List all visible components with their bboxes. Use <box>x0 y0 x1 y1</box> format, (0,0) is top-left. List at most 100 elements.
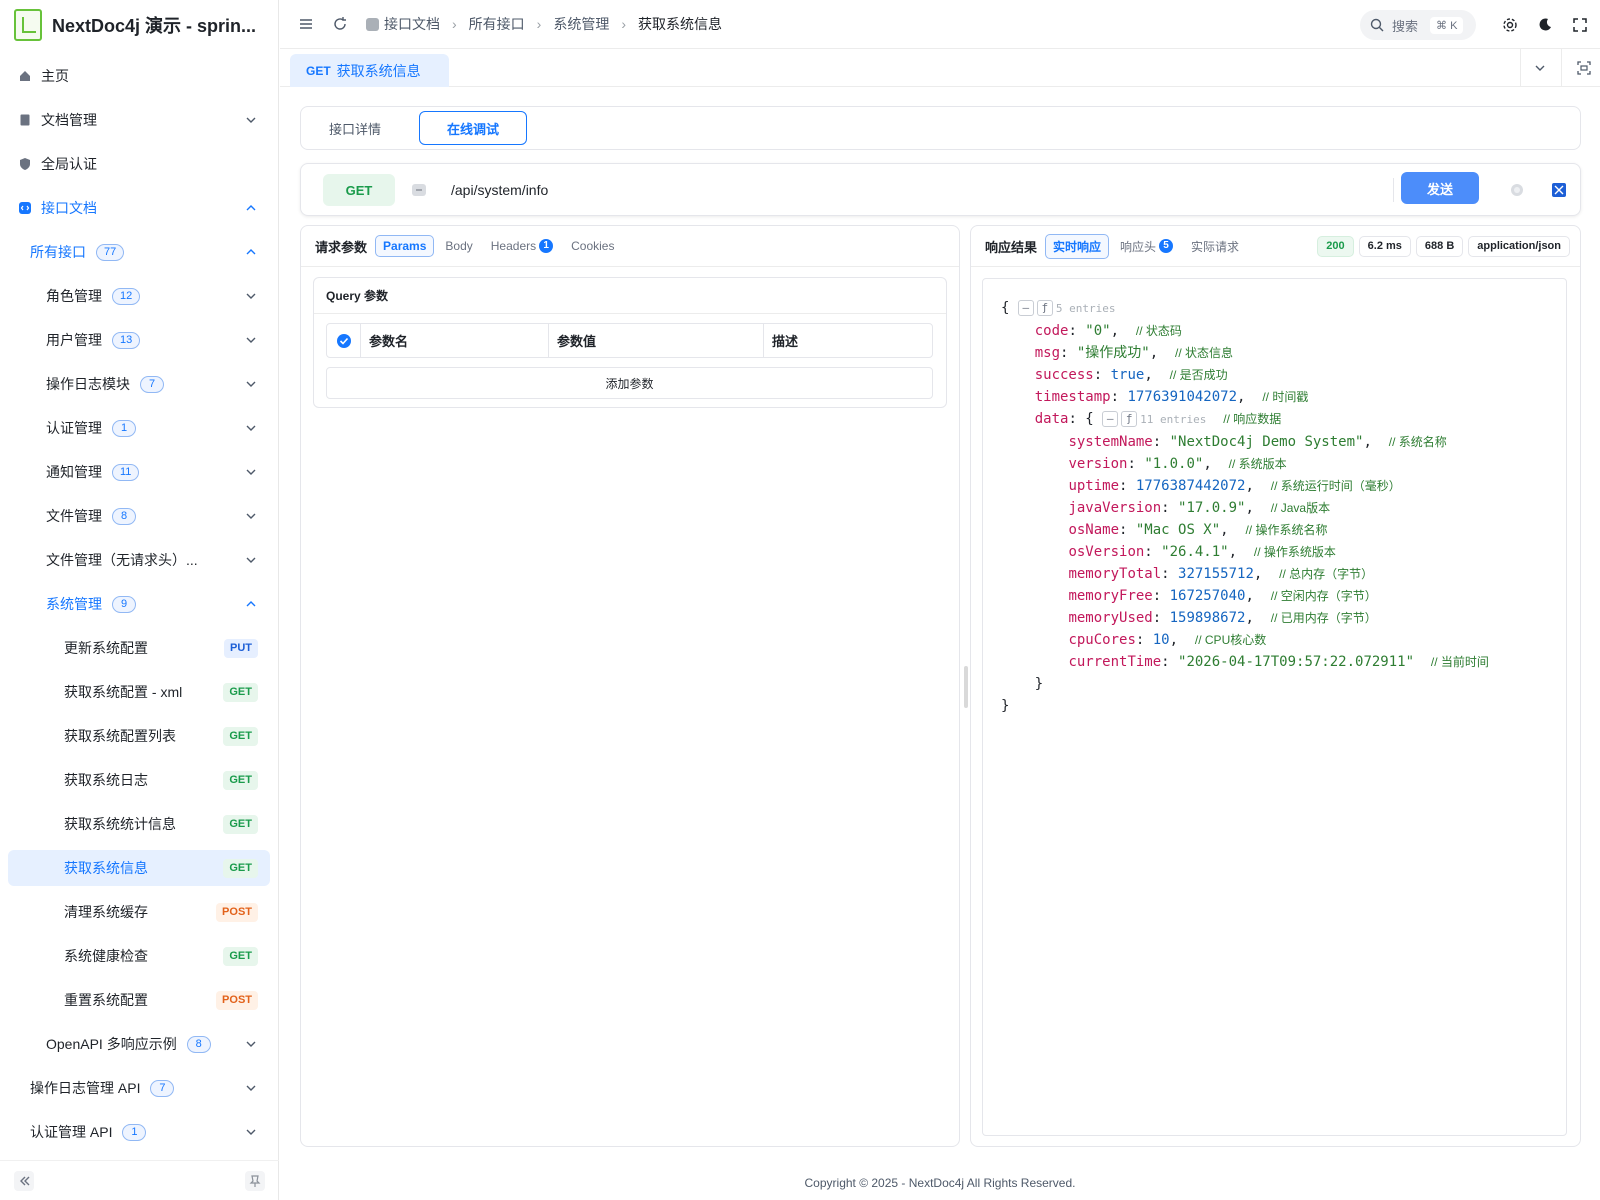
sidebar-bottom-group-0[interactable]: 操作日志管理 API 7 <box>8 1070 270 1106</box>
search-box[interactable]: 搜索 ⌘ K <box>1360 10 1476 40</box>
collapse-toggle-icon[interactable]: – <box>1102 411 1119 427</box>
sidebar-item-label: 系统管理 <box>46 596 102 612</box>
collapse-sidebar-icon[interactable] <box>14 1171 34 1191</box>
tab-live-response[interactable]: 实时响应 <box>1045 233 1110 259</box>
chevron-up-icon <box>246 249 256 255</box>
sidebar-api-item-0[interactable]: 更新系统配置 PUT <box>8 630 270 666</box>
page-tab-method: GET <box>306 63 331 78</box>
breadcrumb-item[interactable]: 接口文档 <box>384 14 440 34</box>
sidebar-item-2[interactable]: 全局认证 <box>8 146 270 182</box>
sidebar-group-2[interactable]: 操作日志模块 7 <box>8 366 270 402</box>
tab-cookies[interactable]: Cookies <box>564 236 621 256</box>
json-value: 1776391042072 <box>1127 389 1238 405</box>
json-comment: // 空闲内存（字节） <box>1270 589 1377 603</box>
tab-headers[interactable]: Headers 1 <box>484 236 560 256</box>
refresh-icon[interactable] <box>332 16 348 32</box>
top-bar: 接口文档 › 所有接口 › 系统管理 › 获取系统信息 搜索 ⌘ K <box>280 0 1600 49</box>
breadcrumb-item[interactable]: 系统管理 <box>553 14 609 34</box>
tab-actual-request[interactable]: 实际请求 <box>1184 235 1246 258</box>
check-circle-icon <box>336 333 351 348</box>
sidebar-api-item-2[interactable]: 获取系统配置列表 GET <box>8 718 270 754</box>
sidebar-api-item-7[interactable]: 系统健康检查 GET <box>8 938 270 974</box>
screenshot-icon[interactable] <box>1576 60 1592 76</box>
sidebar-item-label: 操作日志模块 <box>46 376 130 392</box>
settings-gear-icon[interactable] <box>1502 17 1518 33</box>
tab-api-detail[interactable]: 接口详情 <box>301 111 409 145</box>
sidebar-group-4[interactable]: 通知管理 11 <box>8 454 270 490</box>
sidebar-group-3[interactable]: 认证管理 1 <box>8 410 270 446</box>
sidebar-item-1[interactable]: 文档管理 <box>8 102 270 138</box>
sidebar-group-6[interactable]: 文件管理（无请求头）... <box>8 542 270 578</box>
sidebar-api-item-3[interactable]: 获取系统日志 GET <box>8 762 270 798</box>
sidebar-group-7[interactable]: 系统管理 9 <box>8 586 270 622</box>
sidebar-item-label: 角色管理 <box>46 288 102 304</box>
sidebar-item-all-apis[interactable]: 所有接口 77 <box>8 234 270 270</box>
clear-icon[interactable] <box>1509 182 1525 198</box>
json-comment: // 状态信息 <box>1175 346 1234 360</box>
sidebar-item-label: 获取系统日志 <box>64 772 148 788</box>
json-comment: // 系统名称 <box>1388 435 1447 449</box>
sidebar-item-0[interactable]: 主页 <box>8 58 270 94</box>
json-comment: // 当前时间 <box>1430 655 1489 669</box>
page-tab-active[interactable]: GET 获取系统信息 <box>290 54 449 87</box>
sidebar-group-0[interactable]: 角色管理 12 <box>8 278 270 314</box>
json-comment: // 是否成功 <box>1169 368 1228 382</box>
sidebar-group-5[interactable]: 文件管理 8 <box>8 498 270 534</box>
pin-icon[interactable] <box>245 1171 265 1191</box>
sidebar-item-3[interactable]: 接口文档 <box>8 190 270 226</box>
json-key: uptime <box>1068 478 1120 494</box>
json-comment: // 响应数据 <box>1223 412 1282 426</box>
sidebar-bottom-group-1[interactable]: 认证管理 API 1 <box>8 1114 270 1150</box>
json-comment: // 时间戳 <box>1262 390 1309 404</box>
url-input[interactable]: /api/system/info <box>451 176 1351 204</box>
collapse-toggle-icon[interactable]: – <box>1017 300 1034 316</box>
fullscreen-icon[interactable] <box>1572 17 1588 33</box>
link-icon[interactable] <box>411 182 427 198</box>
params-panel-title: 请求参数 <box>315 239 368 255</box>
json-key: systemName <box>1068 434 1153 450</box>
method-select[interactable]: GET <box>323 174 395 206</box>
send-button[interactable]: 发送 <box>1401 172 1479 204</box>
function-toggle-icon[interactable]: ƒ <box>1036 300 1053 316</box>
chevron-down-icon[interactable] <box>1533 61 1547 75</box>
function-toggle-icon[interactable]: ƒ <box>1121 411 1138 427</box>
menu-toggle-icon[interactable] <box>298 16 314 32</box>
panel-resize-handle[interactable] <box>964 666 968 708</box>
sidebar-api-item-1[interactable]: 获取系统配置 - xml GET <box>8 674 270 710</box>
count-badge: 7 <box>140 375 164 393</box>
brand[interactable]: NextDoc4j 演示 - sprin... <box>0 0 278 50</box>
breadcrumb-item[interactable]: 所有接口 <box>469 14 525 34</box>
sidebar-item-label: 清理系统缓存 <box>64 904 148 920</box>
sidebar-item-label: 认证管理 <box>46 420 102 436</box>
select-all-checkbox[interactable] <box>327 324 361 357</box>
breadcrumb-separator: › <box>536 16 542 32</box>
sidebar-api-item-4[interactable]: 获取系统统计信息 GET <box>8 806 270 842</box>
code-snippet-icon[interactable] <box>1551 182 1567 198</box>
json-key: memoryFree <box>1068 588 1153 604</box>
json-key: javaVersion <box>1068 500 1162 516</box>
tab-params[interactable]: Params <box>375 235 435 257</box>
json-line: memoryUsed: 159898672, // 已用内存（字节） <box>1068 610 1377 626</box>
json-line: currentTime: "2026-04-17T09:57:22.072911… <box>1068 654 1489 670</box>
json-key: msg <box>1034 345 1061 361</box>
json-value: 10 <box>1152 632 1170 648</box>
json-line: } <box>1001 698 1010 714</box>
add-param-button[interactable]: 添加参数 <box>326 367 933 399</box>
entries-count: 5 entries <box>1055 302 1116 315</box>
query-params-title: Query 参数 <box>314 278 946 314</box>
entries-count: 11 entries <box>1140 413 1207 426</box>
count-badge: 13 <box>112 331 141 349</box>
chevron-down-icon <box>246 425 256 431</box>
sidebar-api-item-6[interactable]: 清理系统缓存 POST <box>8 894 270 930</box>
sidebar-item-label: 主页 <box>41 68 69 84</box>
sidebar-group-1[interactable]: 用户管理 13 <box>8 322 270 358</box>
app-root: NextDoc4j 演示 - sprin... 主页 文档管理 全局认证 接口文档 所有… <box>0 0 1600 1200</box>
tab-body[interactable]: Body <box>438 236 479 256</box>
sidebar-api-item-5[interactable]: 获取系统信息 GET <box>8 850 270 886</box>
tab-online-debug[interactable]: 在线调试 <box>419 111 527 145</box>
tab-response-headers[interactable]: 响应头 5 <box>1113 235 1180 258</box>
chevron-down-icon <box>246 117 256 123</box>
sidebar-api-item-8[interactable]: 重置系统配置 POST <box>8 982 270 1018</box>
dark-mode-moon-icon[interactable] <box>1537 17 1553 33</box>
sidebar-group-openapi[interactable]: OpenAPI 多响应示例 8 <box>8 1026 270 1062</box>
